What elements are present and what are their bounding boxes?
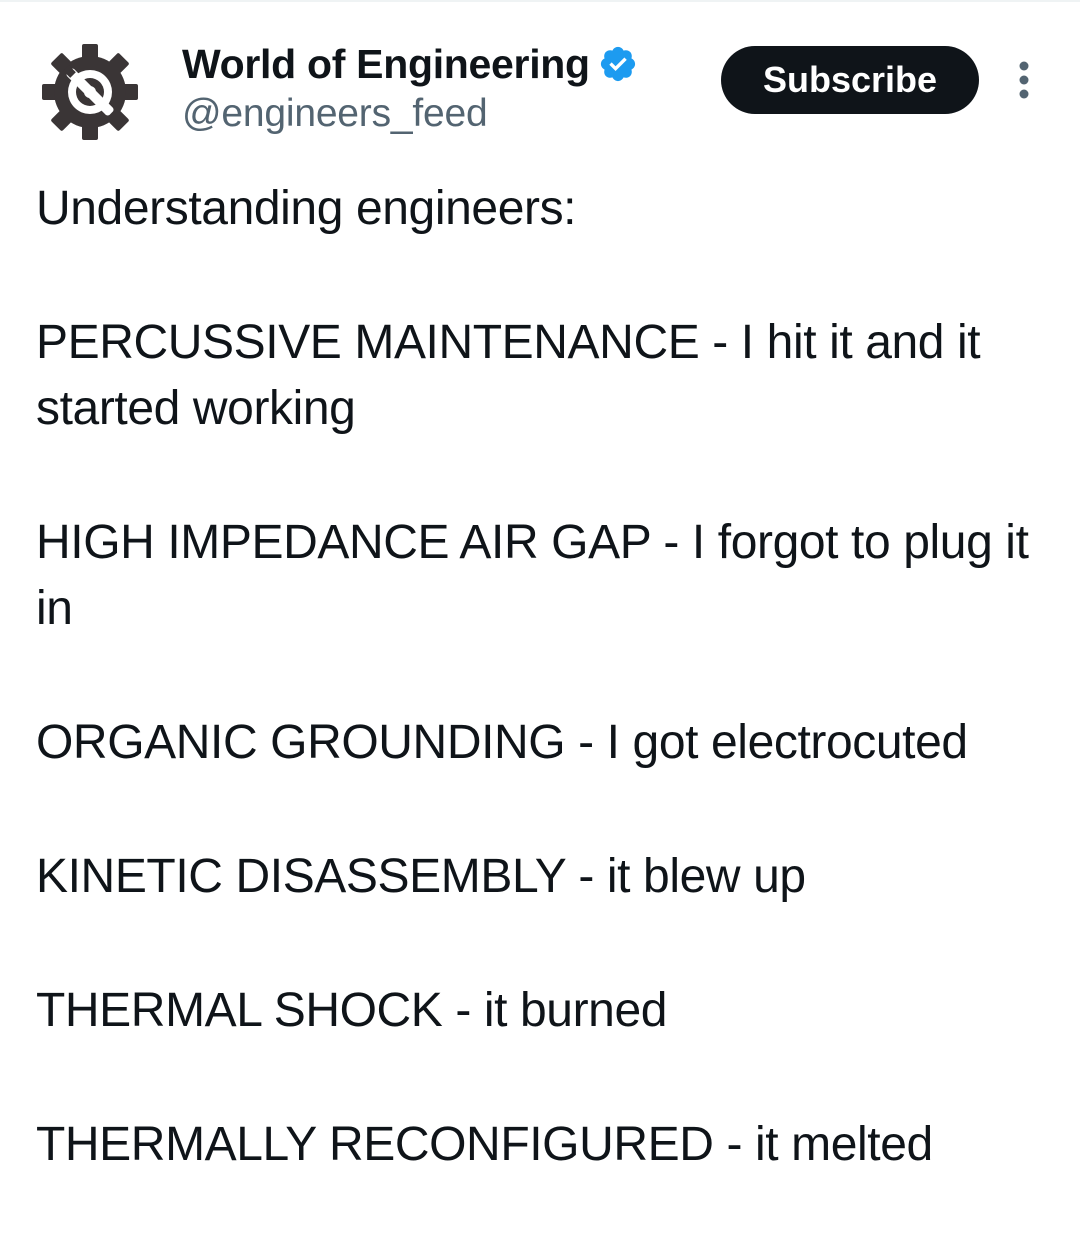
author-name-row: World of Engineering: [182, 40, 638, 88]
tweet-intro: Understanding engineers:: [36, 182, 577, 235]
gear-wrench-icon[interactable]: [38, 40, 142, 144]
tweet-line: HIGH IMPEDANCE AIR GAP - I forgot to plu…: [36, 516, 1029, 635]
tweet-header: World of Engineering @engineers_feed Sub…: [0, 0, 1080, 160]
author-handle[interactable]: @engineers_feed: [182, 92, 488, 136]
author-display-name[interactable]: World of Engineering: [182, 41, 590, 88]
tweet-line: ORGANIC GROUNDING - I got electrocuted: [36, 716, 968, 769]
more-vertical-icon: [1019, 61, 1029, 99]
verified-badge-icon[interactable]: [598, 44, 638, 84]
subscribe-button[interactable]: Subscribe: [721, 46, 979, 114]
tweet-line: PERCUSSIVE MAINTENANCE - I hit it and it…: [36, 316, 981, 435]
more-options-button[interactable]: [1004, 56, 1044, 104]
tweet-line: KINETIC DISASSEMBLY - it blew up: [36, 850, 806, 903]
tweet-line: THERMALLY RECONFIGURED - it melted: [36, 1118, 933, 1171]
tweet-text: Understanding engineers: PERCUSSIVE MAIN…: [36, 176, 1066, 1246]
tweet-line: THERMAL SHOCK - it burned: [36, 984, 668, 1037]
